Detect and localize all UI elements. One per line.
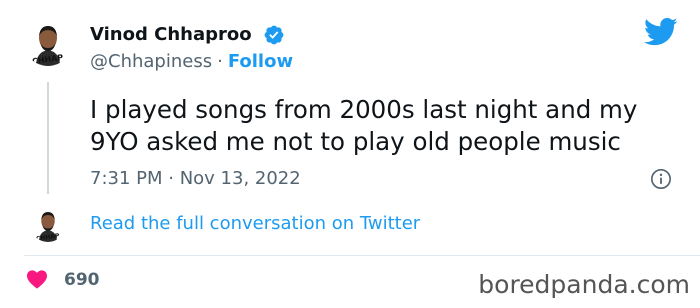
watermark: boredpanda.com xyxy=(478,270,690,299)
author-handle[interactable]: @Chhapiness xyxy=(90,51,212,72)
tweet-text-line: I played songs from 2000s last night and… xyxy=(90,95,638,124)
follow-button[interactable]: Follow xyxy=(228,51,293,72)
avatar-small[interactable]: CHHAP xyxy=(30,206,66,242)
avatar-image: CHHAP xyxy=(24,18,72,66)
info-icon[interactable] xyxy=(650,168,672,190)
read-conversation-link[interactable]: Read the full conversation on Twitter xyxy=(90,213,420,234)
like-count: 690 xyxy=(64,270,100,290)
author-handle-row: @Chhapiness · Follow xyxy=(90,51,293,72)
heart-icon[interactable] xyxy=(26,269,48,289)
tweet-timestamp[interactable]: 7:31 PM · Nov 13, 2022 xyxy=(90,168,301,189)
tweet-text-line: 9YO asked me not to play old people musi… xyxy=(90,127,621,156)
thread-line xyxy=(47,82,49,194)
divider xyxy=(24,255,700,256)
verified-badge-icon xyxy=(264,25,284,45)
tweet-text: I played songs from 2000s last night and… xyxy=(90,94,680,158)
separator: · xyxy=(217,51,223,72)
avatar[interactable]: CHHAP xyxy=(24,18,72,66)
avatar-small-image: CHHAP xyxy=(30,206,66,242)
twitter-bird-icon[interactable] xyxy=(644,17,678,47)
author-name[interactable]: Vinod Chhaproo xyxy=(90,24,252,45)
